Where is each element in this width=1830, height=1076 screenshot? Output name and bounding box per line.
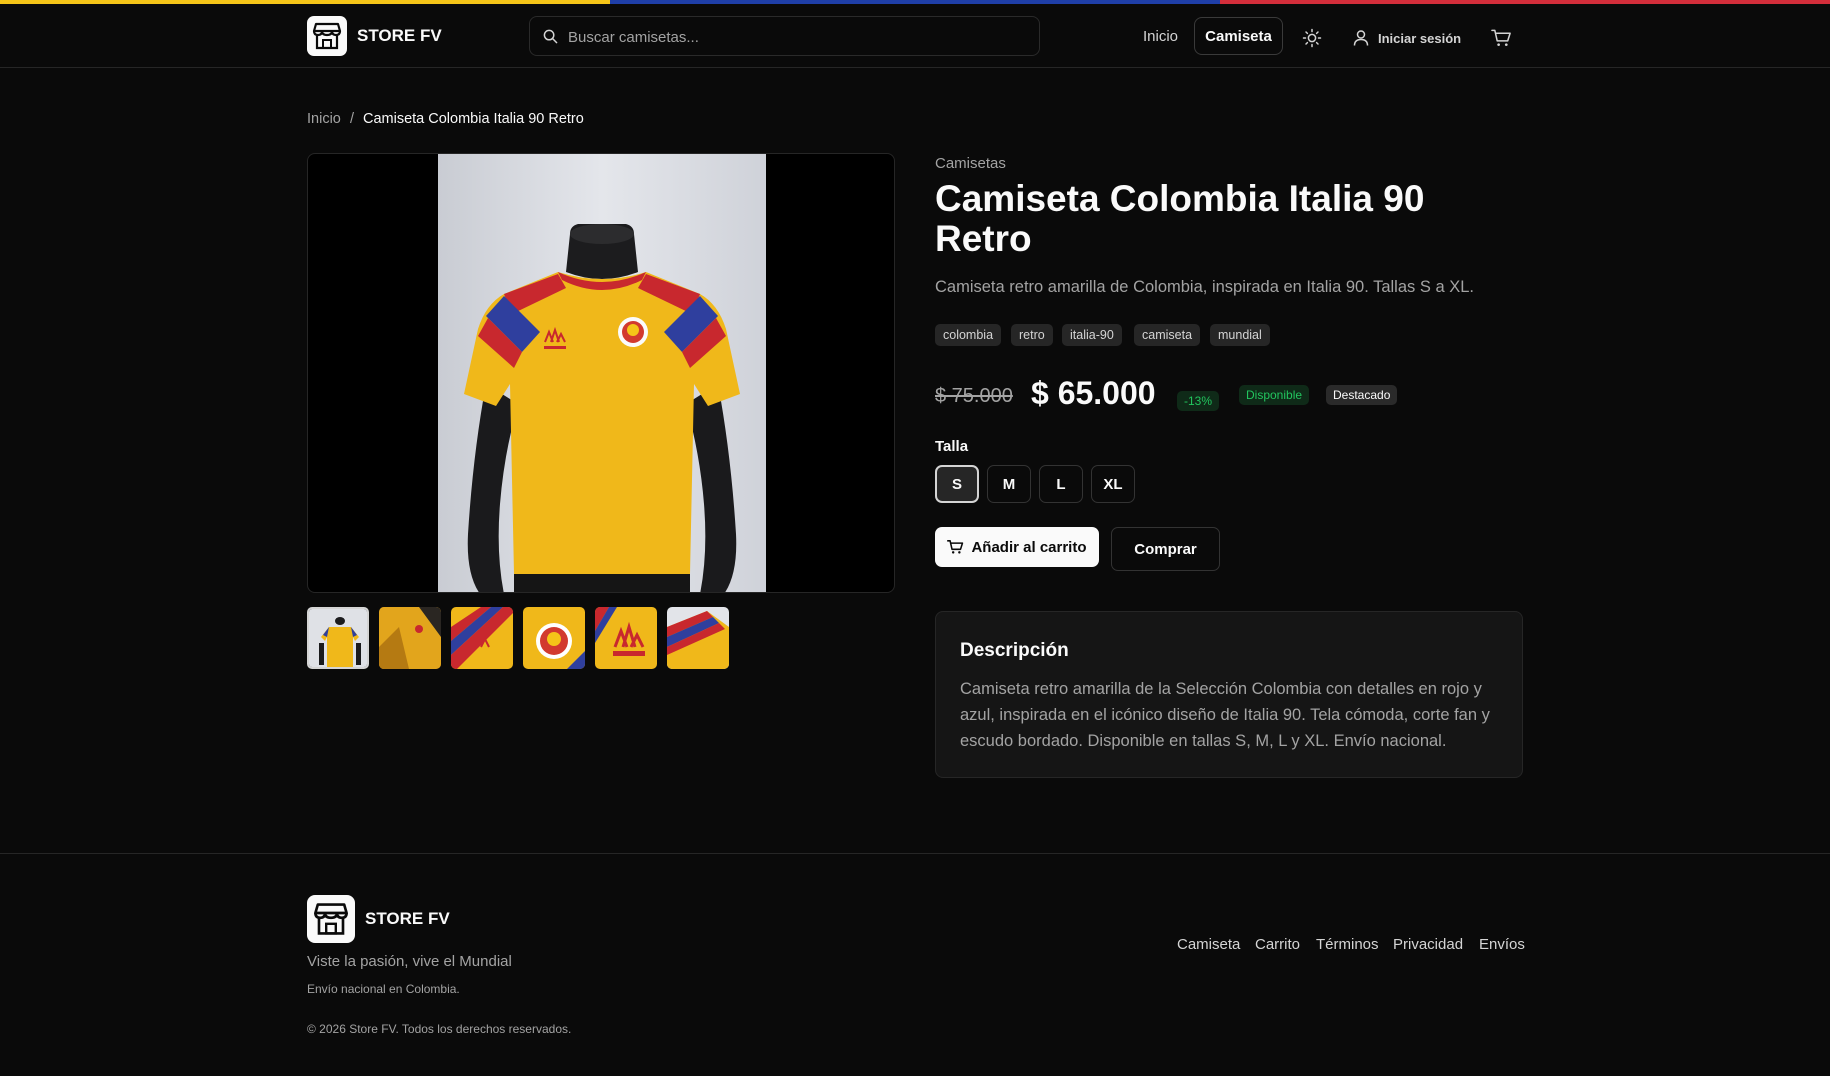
footer-brand: STORE FV xyxy=(365,909,450,928)
add-to-cart-label: Añadir al carrito xyxy=(971,538,1087,556)
site-header: STORE FV Inicio Camiseta Iniciar sesión xyxy=(0,4,1830,68)
store-icon xyxy=(312,22,342,50)
search-icon xyxy=(543,29,558,44)
login-button[interactable]: Iniciar sesión xyxy=(1352,24,1461,52)
product-title: Camiseta Colombia Italia 90 Retro xyxy=(935,178,1425,259)
product-subtitle: Camiseta retro amarilla de Colombia, ins… xyxy=(935,278,1474,296)
footer-link-privacidad[interactable]: Privacidad xyxy=(1393,936,1463,953)
footer-link-carrito[interactable]: Carrito xyxy=(1255,936,1300,953)
footer-tagline: Viste la pasión, vive el Mundial xyxy=(307,953,512,970)
store-logo[interactable] xyxy=(307,16,347,56)
breadcrumb-separator: / xyxy=(350,111,355,127)
thumbnail-1[interactable] xyxy=(307,607,369,669)
description-text: Camiseta retro amarilla de la Selección … xyxy=(960,680,1490,750)
thumbnail-6[interactable] xyxy=(667,607,729,669)
site-footer: STORE FV Viste la pasión, vive el Mundia… xyxy=(0,853,1830,1076)
thumbnail-image xyxy=(595,607,657,669)
thumbnail-image xyxy=(523,607,585,669)
discount-badge: -13% xyxy=(1177,391,1220,411)
old-price: $ 75.000 xyxy=(935,385,1013,407)
breadcrumb-current: Camiseta Colombia Italia 90 Retro xyxy=(363,111,584,127)
footer-link-envios[interactable]: Envíos xyxy=(1479,936,1525,953)
description-card: Descripción Camiseta retro amarilla de l… xyxy=(935,611,1523,778)
thumbnail-2[interactable] xyxy=(379,607,441,669)
thumbnail-5[interactable] xyxy=(595,607,657,669)
jersey-photo xyxy=(438,154,766,592)
footer-link-terminos[interactable]: Términos xyxy=(1316,936,1379,953)
nav-camiseta-link[interactable]: Camiseta xyxy=(1194,17,1283,55)
search-box[interactable] xyxy=(529,16,1040,57)
footer-logo[interactable] xyxy=(307,895,355,943)
breadcrumb-home[interactable]: Inicio xyxy=(307,111,341,127)
thumbnail-image xyxy=(379,607,441,669)
nav-home-link[interactable]: Inicio xyxy=(1143,28,1178,45)
description-title: Descripción xyxy=(960,640,1069,661)
brand-name[interactable]: STORE FV xyxy=(357,26,442,46)
cart-button[interactable] xyxy=(1488,25,1514,51)
featured-badge: Destacado xyxy=(1326,385,1398,405)
size-option-m[interactable]: M xyxy=(987,465,1031,503)
thumbnail-4[interactable] xyxy=(523,607,585,669)
tag-colombia[interactable]: colombia xyxy=(935,324,1002,346)
store-icon xyxy=(314,903,348,935)
add-to-cart-button[interactable]: Añadir al carrito xyxy=(935,527,1099,567)
login-label: Iniciar sesión xyxy=(1378,30,1462,46)
size-option-s[interactable]: S xyxy=(935,465,979,503)
tag-retro[interactable]: retro xyxy=(1011,324,1053,346)
availability-badge: Disponible xyxy=(1239,385,1310,405)
size-label: Talla xyxy=(935,438,969,455)
user-icon xyxy=(1353,30,1369,46)
product-main-image[interactable] xyxy=(307,153,895,593)
size-option-l[interactable]: L xyxy=(1039,465,1083,503)
search-input[interactable] xyxy=(566,17,1030,57)
footer-link-camiseta[interactable]: Camiseta xyxy=(1177,936,1240,953)
current-price: $ 65.000 xyxy=(1031,375,1156,411)
thumbnail-3[interactable] xyxy=(451,607,513,669)
buy-button[interactable]: Comprar xyxy=(1111,527,1220,571)
size-option-xl[interactable]: XL xyxy=(1091,465,1135,503)
footer-shipping-note: Envío nacional en Colombia. xyxy=(307,982,460,996)
tag-mundial[interactable]: mundial xyxy=(1210,324,1270,346)
theme-toggle-button[interactable] xyxy=(1300,26,1324,50)
cart-icon xyxy=(1490,29,1511,47)
cart-icon xyxy=(947,540,964,554)
product-category[interactable]: Camisetas xyxy=(935,155,1006,172)
thumbnail-image xyxy=(667,607,729,669)
tag-italia-90[interactable]: italia-90 xyxy=(1062,324,1122,346)
sun-icon xyxy=(1302,28,1322,48)
thumbnail-image xyxy=(309,609,367,667)
footer-copyright: © 2026 Store FV. Todos los derechos rese… xyxy=(307,1022,572,1036)
tag-camiseta[interactable]: camiseta xyxy=(1134,324,1201,346)
thumbnail-image xyxy=(451,607,513,669)
